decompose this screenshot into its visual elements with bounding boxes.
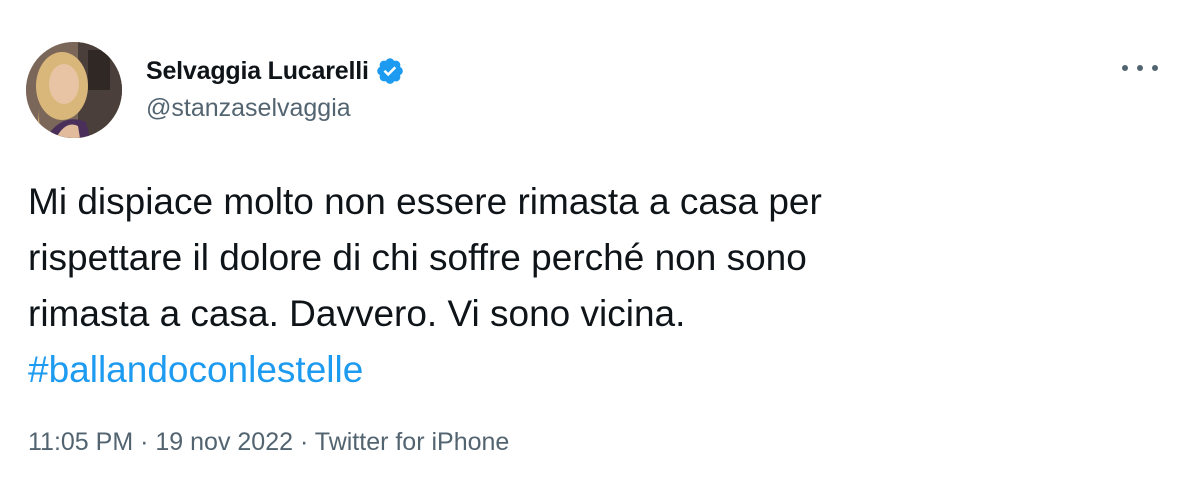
author-display-name[interactable]: Selvaggia Lucarelli: [146, 57, 369, 86]
tweet-card: Selvaggia Lucarelli @stanzaselvaggia Mi …: [0, 0, 1186, 488]
tweet-metadata: 11:05 PM · 19 nov 2022 · Twitter for iPh…: [28, 428, 509, 457]
verified-badge-icon: [375, 56, 405, 86]
hashtag-link[interactable]: #ballandoconlestelle: [28, 349, 363, 390]
more-dot: [1152, 65, 1158, 71]
more-dot: [1137, 65, 1143, 71]
meta-separator: ·: [299, 428, 309, 456]
tweet-text-line: rimasta a casa. Davvero. Vi sono vicina.: [28, 293, 686, 334]
tweet-text-line: rispettare il dolore di chi soffre perch…: [28, 237, 807, 278]
tweet-source[interactable]: Twitter for iPhone: [315, 428, 510, 456]
tweet-text-line: Mi dispiace molto non essere rimasta a c…: [28, 181, 822, 222]
tweet-time[interactable]: 11:05 PM: [28, 428, 133, 456]
author-name-row: Selvaggia Lucarelli: [146, 54, 405, 88]
meta-separator: ·: [140, 428, 149, 456]
avatar[interactable]: [26, 42, 122, 138]
more-options-icon[interactable]: [1122, 56, 1158, 80]
author-handle[interactable]: @stanzaselvaggia: [146, 94, 351, 123]
more-dot: [1122, 65, 1128, 71]
tweet-text: Mi dispiace molto non essere rimasta a c…: [28, 174, 1148, 398]
tweet-date[interactable]: 19 nov 2022: [155, 428, 293, 456]
